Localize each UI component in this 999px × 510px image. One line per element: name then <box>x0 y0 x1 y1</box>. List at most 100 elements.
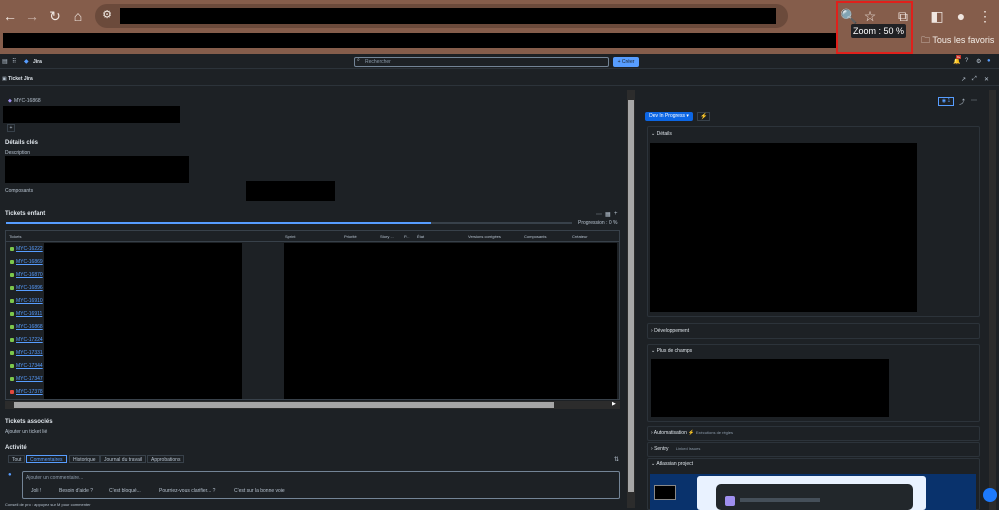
details-heading[interactable]: ⌄ Détails <box>651 131 672 137</box>
ticket-link[interactable]: MYC-16896 <box>16 285 43 291</box>
sentry-label: Sentry <box>654 446 669 452</box>
more-fields-heading[interactable]: ⌄ Plus de champs <box>651 348 692 354</box>
profile-icon[interactable]: ● <box>951 6 971 26</box>
chip-clarify[interactable]: Pourriez-vous clarifier... ? <box>159 488 215 494</box>
search-input[interactable]: Rechercher <box>354 57 609 67</box>
development-heading[interactable]: › Développement <box>651 328 689 334</box>
ticket-link[interactable]: MYC-16868 <box>16 324 43 330</box>
right-scrollbar[interactable] <box>989 90 996 510</box>
col-header[interactable]: Story ... <box>380 234 394 239</box>
col-header[interactable]: Sprint <box>285 234 295 239</box>
tab-comments[interactable]: Commentaires <box>26 455 67 463</box>
add-child-icon[interactable]: + <box>614 211 618 217</box>
search-icon: ⌕ <box>357 57 360 63</box>
sentry-heading[interactable]: › Sentry Linked Issues <box>651 446 700 452</box>
close-icon[interactable]: ✕ <box>984 76 989 83</box>
comment-input[interactable] <box>22 471 620 499</box>
status-dropdown[interactable]: Dev In Progress ▾ <box>645 112 693 121</box>
ticket-link[interactable]: MYC-17224 <box>16 337 43 343</box>
col-header[interactable]: Créateur <box>572 234 588 239</box>
avatar[interactable]: ● <box>987 58 991 64</box>
watch-button[interactable]: ◉ 1 <box>938 97 954 106</box>
add-button[interactable]: + <box>7 124 15 132</box>
reload-button[interactable]: ↻ <box>45 6 65 26</box>
ticket-link[interactable]: MYC-16222 <box>16 246 43 252</box>
notifications-icon[interactable]: 🔔 <box>953 58 960 65</box>
chip-help[interactable]: Besoin d'aide ? <box>59 488 93 494</box>
jira-app-name[interactable]: Jira <box>33 59 42 65</box>
ticket-link[interactable]: MYC-17347 <box>16 376 43 382</box>
automation-heading[interactable]: › Automatisation ⚡ Exécutions de règles <box>651 430 733 436</box>
story-icon <box>10 377 14 381</box>
ticket-link[interactable]: MYC-16870 <box>16 272 43 278</box>
col-header[interactable]: Priorité <box>344 234 357 239</box>
story-icon <box>10 364 14 368</box>
more-fields-label: Plus de champs <box>656 348 693 354</box>
ticket-icon: ▣ <box>2 76 7 82</box>
fields-redacted <box>284 243 617 399</box>
lightning-icon: ⚡ <box>688 430 695 436</box>
chip-on-track[interactable]: C'est sur la bonne voie <box>234 488 285 494</box>
tab-all[interactable]: Tout <box>8 455 26 463</box>
assistant-fab-icon[interactable] <box>983 488 997 502</box>
promo-logo-icon <box>725 496 735 506</box>
more-actions-icon[interactable]: ⋯ <box>971 97 977 104</box>
ticket-link[interactable]: MYC-17378 <box>16 389 43 395</box>
app-switcher-icon[interactable]: ⠿ <box>12 58 16 65</box>
tab-history[interactable]: Historique <box>69 455 100 463</box>
add-linked-ticket[interactable]: Ajouter un ticket lié <box>5 429 47 435</box>
table-icon[interactable]: ▦ <box>605 211 611 218</box>
col-header[interactable]: État <box>417 234 424 239</box>
horizontal-scroll-thumb[interactable] <box>14 402 554 408</box>
create-button[interactable]: + Créer <box>613 57 639 67</box>
share-icon[interactable]: ⤴ <box>959 97 965 106</box>
col-header[interactable]: Versions corrigées <box>468 234 501 239</box>
atlassian-label: Atlassian project <box>656 461 694 467</box>
story-icon <box>10 260 14 264</box>
forward-button[interactable]: → <box>22 6 42 26</box>
col-header[interactable]: Tickets <box>9 234 22 239</box>
promo-screen <box>716 484 913 510</box>
chevron-right-icon: › <box>651 446 653 452</box>
col-header[interactable]: P... <box>404 234 410 239</box>
development-section[interactable] <box>647 323 980 339</box>
tab-worklog[interactable]: Journal du travail <box>100 455 147 463</box>
ticket-title: Ticket Jira <box>8 76 33 82</box>
chevron-down-icon: ⌄ <box>651 461 656 467</box>
ticket-link[interactable]: MYC-16911 <box>16 311 42 317</box>
site-settings-icon[interactable]: ⚙ <box>100 7 114 23</box>
tab-approvals[interactable]: Approbations <box>147 455 185 463</box>
scroll-right-icon[interactable]: ▶ <box>612 401 616 407</box>
sort-icon[interactable]: ⇅ <box>614 456 619 463</box>
components-redacted <box>246 181 335 201</box>
ticket-link[interactable]: MYC-17344 <box>16 363 43 369</box>
chip-nice[interactable]: Joli ! <box>31 488 41 494</box>
col-header[interactable]: Composants <box>524 234 546 239</box>
help-icon[interactable]: ? <box>965 58 968 64</box>
zoom-tooltip: Zoom : 50 % <box>851 24 906 38</box>
jira-logo-icon[interactable]: ◆ <box>24 58 29 65</box>
ticket-link[interactable]: MYC-17331 <box>16 350 43 356</box>
components-label: Composants <box>5 188 34 194</box>
issue-key[interactable]: MYC-16868 <box>14 98 41 104</box>
sidebar-toggle-icon[interactable]: ▤ <box>2 58 8 65</box>
settings-icon[interactable]: ⚙ <box>976 58 981 65</box>
ticket-link[interactable]: MYC-16910 <box>16 298 43 304</box>
vertical-scroll-thumb[interactable] <box>628 100 634 492</box>
chip-blocked[interactable]: C'est bloqué... <box>109 488 141 494</box>
chevron-right-icon: › <box>651 430 653 436</box>
more-icon[interactable]: ⋯ <box>596 211 602 218</box>
atlassian-heading[interactable]: ⌄ Atlassian project <box>651 461 693 467</box>
expand-icon[interactable]: ⤢ <box>972 76 977 83</box>
back-button[interactable]: ← <box>0 6 20 26</box>
ticket-link[interactable]: MYC-16869 <box>16 259 43 265</box>
home-button[interactable]: ⌂ <box>68 6 88 26</box>
progress-label: Progression : 0 % <box>578 220 618 226</box>
sidepanel-icon[interactable]: ◧ <box>927 6 947 26</box>
menu-icon[interactable]: ⋮ <box>975 6 995 26</box>
folder-icon: 🗀 <box>921 35 931 45</box>
open-in-tab-icon[interactable]: ↗ <box>961 76 966 83</box>
all-bookmarks[interactable]: 🗀 Tous les favoris <box>921 33 994 49</box>
lightning-icon[interactable]: ⚡ <box>697 112 711 121</box>
pro-tip: Conseil de pro : appuyez sur M pour comm… <box>5 502 91 507</box>
